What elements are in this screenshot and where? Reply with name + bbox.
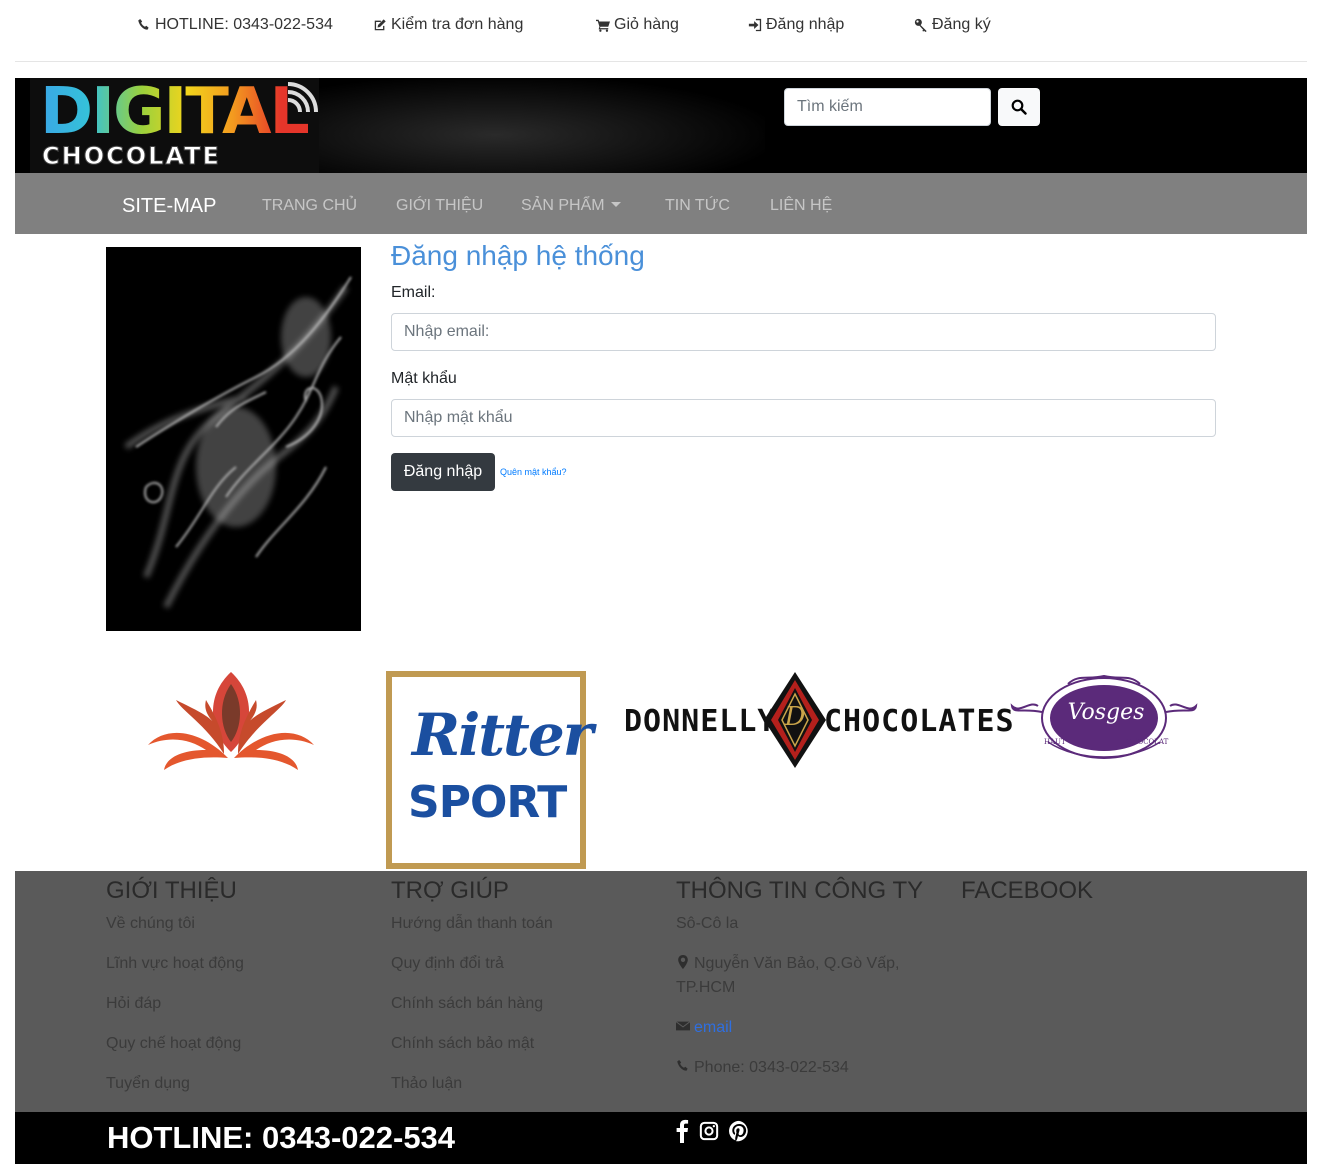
nav-item-home[interactable]: TRANG CHỦ (262, 197, 357, 215)
search-input[interactable] (784, 88, 991, 126)
check-order-label: Kiểm tra đơn hàng (391, 16, 524, 33)
donnelly-text: DONNELLY (624, 704, 777, 739)
chocolates-text: CHOCOLATES (824, 704, 1015, 739)
login-link[interactable]: Đăng nhập (748, 16, 844, 34)
main-navbar: SITE-MAP TRANG CHỦ GIỚI THIỆU SẢN PHẨM T… (15, 173, 1307, 234)
footer-col-facebook: FACEBOOK (961, 877, 1093, 905)
top-hotline-label: HOTLINE: 0343-022-534 (155, 16, 333, 33)
footer: GIỚI THIỆU Về chúng tôi Lĩnh vực hoạt độ… (15, 871, 1307, 1112)
bottom-hotline-bar: HOTLINE: 0343-022-534 (15, 1112, 1307, 1164)
donnelly-monogram: D (784, 702, 806, 732)
forgot-password-link[interactable]: Quên mật khẩu? (500, 467, 567, 477)
company-phone: Phone: 0343-022-534 (676, 1056, 849, 1080)
vosges-haut: HAUT (1044, 738, 1066, 746)
nav-brand-sitemap[interactable]: SITE-MAP (122, 195, 216, 218)
signal-icon (287, 82, 318, 113)
check-order-link[interactable]: Kiểm tra đơn hàng (373, 16, 523, 34)
facebook-icon[interactable] (674, 1119, 690, 1143)
chevron-down-icon (610, 202, 621, 207)
company-address: Nguyễn Văn Bảo, Q.Gò Vấp, (676, 952, 899, 976)
smoke-figure-image (106, 247, 361, 631)
edit-icon (374, 19, 386, 31)
ritter-sport-logo[interactable]: Ritter SPORT (386, 671, 593, 869)
nav-item-products[interactable]: SẢN PHẨM (521, 197, 621, 215)
search-button[interactable] (998, 88, 1040, 126)
cart-icon (596, 19, 610, 32)
footer-link-discussion[interactable]: Thảo luận (391, 1072, 462, 1096)
nav-item-news[interactable]: TIN TỨC (665, 197, 730, 215)
footer-link-fields[interactable]: Lĩnh vực hoạt động (106, 952, 244, 976)
vosges-logo[interactable]: Vosges HAUT CHOCOLAT (1008, 670, 1200, 762)
company-address-line1: Nguyễn Văn Bảo, Q.Gò Vấp, (694, 955, 900, 972)
footer-link-about-us[interactable]: Về chúng tôi (106, 912, 195, 936)
footer-link-return-policy[interactable]: Quy định đổi trả (391, 952, 504, 976)
sport-text: SPORT (408, 777, 567, 828)
logo-text-chocolate: CHOCOLATE (42, 142, 221, 171)
phone-icon (138, 19, 149, 30)
login-title: Đăng nhập hệ thống (391, 240, 645, 271)
search-icon (1011, 99, 1027, 115)
nav-item-about[interactable]: GIỚI THIỆU (396, 197, 483, 215)
company-email: email (675, 1016, 732, 1040)
key-icon (914, 18, 927, 32)
login-label: Đăng nhập (766, 16, 845, 33)
pinterest-icon[interactable] (728, 1119, 750, 1143)
email-label: Email: (391, 284, 436, 301)
search-form (784, 88, 1040, 126)
logo-text-digital: DIGITAL (40, 78, 310, 149)
donnelly-chocolates-logo[interactable]: DONNELLY D CHOCOLATES (624, 672, 1014, 768)
top-hotline[interactable]: HOTLINE: 0343-022-534 (137, 16, 333, 34)
site-logo[interactable]: DIGITAL CHOCOLATE (30, 78, 319, 173)
phone-icon (677, 1060, 688, 1071)
company-name: Sô-Cô la (676, 915, 739, 932)
password-label: Mật khẩu (391, 370, 457, 387)
ritter-sport-inner: Ritter SPORT (392, 677, 593, 863)
nav-item-contact[interactable]: LIÊN HỆ (770, 197, 832, 215)
footer-link-regulations[interactable]: Quy chế hoạt động (106, 1032, 241, 1056)
top-bar: HOTLINE: 0343-022-534 Kiểm tra đơn hàng … (0, 0, 1322, 52)
footer-link-careers[interactable]: Tuyển dụng (106, 1072, 190, 1096)
lotus-brand-logo[interactable] (146, 670, 316, 776)
email-field[interactable] (391, 313, 1216, 351)
footer-link-sales-policy[interactable]: Chính sách bán hàng (391, 992, 543, 1016)
password-field[interactable] (391, 399, 1216, 437)
top-divider (15, 61, 1307, 62)
vosges-name: Vosges (1067, 700, 1145, 725)
footer-col-help: TRỢ GIÚP (391, 877, 509, 905)
company-phone-text: Phone: 0343-022-534 (694, 1059, 849, 1076)
sign-in-icon (748, 18, 762, 32)
login-submit-button[interactable]: Đăng nhập (391, 453, 495, 491)
footer-heading-help: TRỢ GIÚP (391, 877, 509, 904)
footer-hotline: HOTLINE: 0343-022-534 (107, 1120, 456, 1155)
footer-link-payment-guide[interactable]: Hướng dẫn thanh toán (391, 912, 553, 936)
footer-heading-company: THÔNG TIN CÔNG TY (676, 877, 924, 904)
ritter-text: Ritter (412, 701, 593, 769)
map-marker-icon (678, 955, 688, 969)
banner-smoke-background (315, 78, 765, 173)
company-email-link[interactable]: email (694, 1019, 732, 1036)
register-label: Đăng ký (932, 16, 991, 33)
footer-heading-about: GIỚI THIỆU (106, 877, 237, 904)
cart-link[interactable]: Giỏ hàng (596, 16, 679, 34)
register-link[interactable]: Đăng ký (914, 16, 991, 34)
instagram-icon[interactable] (698, 1119, 720, 1143)
footer-col-company: THÔNG TIN CÔNG TY (676, 877, 923, 905)
footer-link-faq[interactable]: Hỏi đáp (106, 992, 161, 1016)
footer-heading-facebook: FACEBOOK (961, 877, 1094, 904)
header-banner: DIGITAL CHOCOLATE (15, 78, 1307, 173)
cart-label: Giỏ hàng (614, 16, 679, 33)
envelope-icon (675, 1021, 691, 1031)
vosges-chocolat: CHOCOLAT (1126, 738, 1169, 746)
nav-item-products-label: SẢN PHẨM (521, 197, 605, 214)
footer-col-about: GIỚI THIỆU (106, 877, 237, 905)
company-address-line2: TP.HCM (676, 979, 736, 996)
footer-link-privacy-policy[interactable]: Chính sách bảo mật (391, 1032, 534, 1056)
